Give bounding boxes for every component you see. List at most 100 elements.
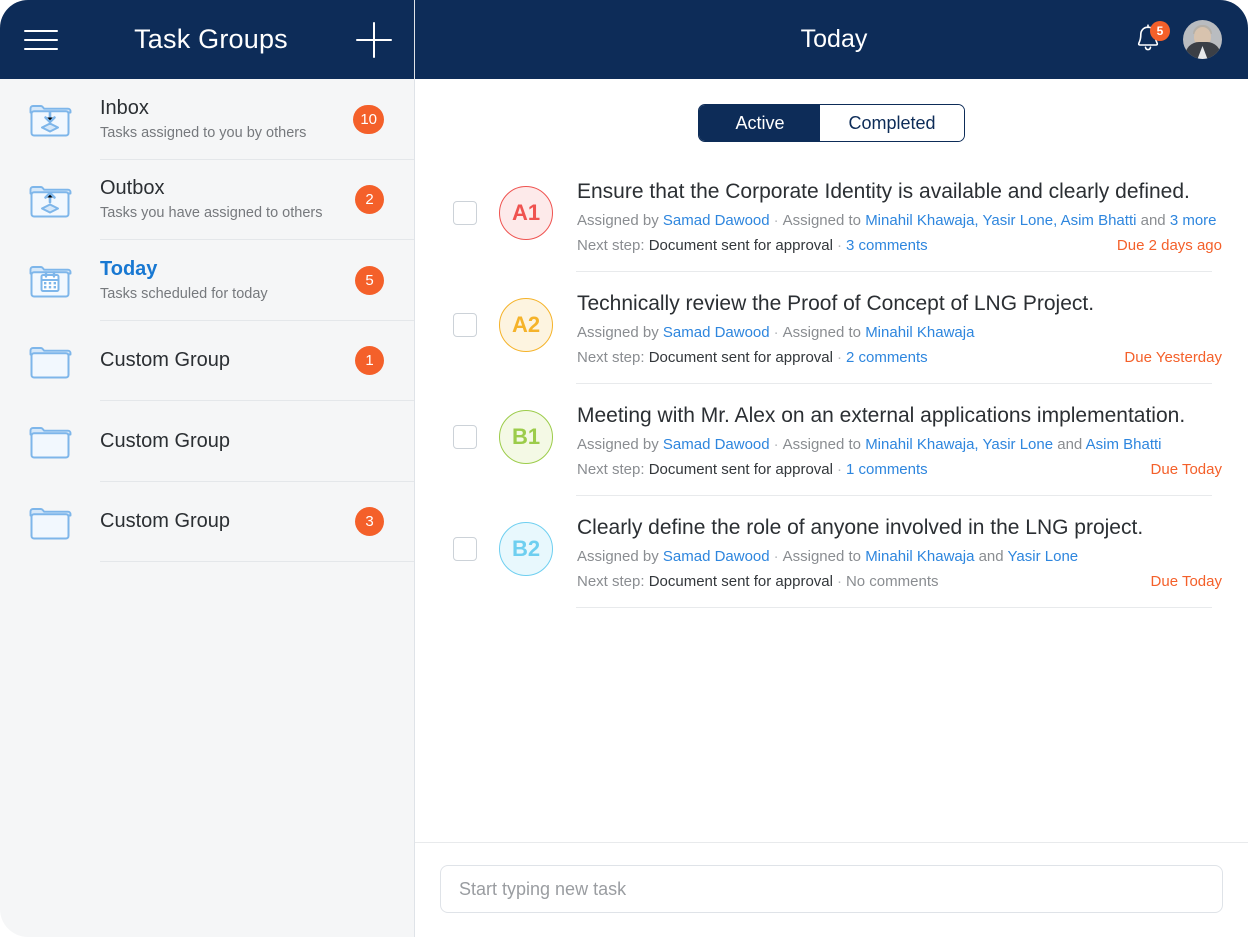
task-complete-checkbox[interactable] (453, 313, 477, 337)
sidebar-item-outbox[interactable]: Outbox Tasks you have assigned to others 2 (0, 160, 414, 241)
assigned-by-user[interactable]: Samad Dawood (663, 212, 770, 229)
bell-icon[interactable]: 5 (1133, 20, 1170, 57)
task-due-date: Due 2 days ago (1116, 237, 1222, 254)
meta-separator: · (773, 548, 779, 565)
folder-icon (22, 419, 78, 463)
task-footer: Next step: Document sent for approval · 2 … (577, 346, 1222, 369)
assigned-by-label: Assigned by (577, 212, 659, 229)
plus-icon[interactable] (356, 21, 392, 58)
task-comments-link: No comments (845, 573, 939, 590)
sidebar-item-text: Inbox Tasks assigned to you by others (100, 96, 353, 143)
folder-icon-glyph (29, 346, 72, 379)
sidebar-item-label: Custom Group (100, 429, 231, 452)
sidebar-item-custom-group-3[interactable]: Custom Group 1 (0, 321, 414, 402)
task-row[interactable]: B1 Meeting with Mr. Alex on an external a… (435, 384, 1222, 496)
task-row[interactable]: B2 Clearly define the role of anyone invo… (435, 496, 1222, 608)
task-comments-link[interactable]: 1 comments (846, 461, 928, 478)
task-comments-link[interactable]: 2 comments (846, 349, 928, 366)
assignee-list[interactable]: Minahil Khawaja, Yasir Lone (865, 436, 1053, 453)
assigned-to-label: Assigned to (782, 324, 862, 341)
and-more-link[interactable]: Asim Bhatti (1086, 436, 1162, 453)
task-complete-checkbox[interactable] (453, 201, 477, 225)
folder-outbox-icon (22, 178, 78, 222)
task-body: Meeting with Mr. Alex on an external app… (577, 398, 1222, 481)
assignee-list[interactable]: Minahil Khawaja (865, 324, 974, 341)
task-assignment-meta: Assigned by Samad Dawood · Assigned to Min… (577, 545, 1222, 568)
sidebar-item-text: Outbox Tasks you have assigned to others (100, 176, 355, 223)
folder-icon (22, 339, 78, 383)
new-task-composer (415, 842, 1248, 937)
sidebar-item-description: Tasks scheduled for today (100, 285, 268, 302)
sidebar-item-custom-group-5[interactable]: Custom Group 3 (0, 482, 414, 563)
sidebar-item-count-badge: 5 (355, 265, 384, 295)
next-step-label: Next step: (577, 573, 645, 590)
task-due-date: Due Today (1150, 573, 1222, 590)
sidebar: Task Groups Inbox Tasks assigned to you b… (0, 0, 415, 937)
task-row[interactable]: A1 Ensure that the Corporate Identity is … (435, 160, 1222, 272)
sidebar-item-custom-group-4[interactable]: Custom Group (0, 401, 414, 482)
next-step-value: Document sent for approval (648, 461, 833, 478)
sidebar-item-text: Custom Group (100, 509, 355, 534)
task-next-step: Next step: Document sent for approval · 3 … (577, 234, 1101, 257)
meta-separator: · (773, 436, 779, 453)
folder-icon-glyph (29, 427, 72, 459)
next-step-label: Next step: (577, 461, 645, 478)
main-panel: Today 5 Active Completed A1 Ensure that … (415, 0, 1248, 937)
task-title: Technically review the Proof of Concept … (577, 292, 1095, 315)
task-row[interactable]: A2 Technically review the Proof of Concep… (435, 272, 1222, 384)
folder-outbox-icon-glyph (29, 185, 72, 218)
next-step-value: Document sent for approval (648, 573, 833, 590)
sidebar-item-label: Custom Group (100, 349, 231, 372)
task-due-date: Due Yesterday (1124, 349, 1222, 366)
folder-inbox-icon (22, 97, 78, 141)
sidebar-item-count-badge: 2 (355, 185, 384, 215)
task-assignment-meta: Assigned by Samad Dawood · Assigned to Min… (577, 209, 1222, 232)
app-window: Task Groups Inbox Tasks assigned to you b… (0, 0, 1248, 937)
task-assignment-meta: Assigned by Samad Dawood · Assigned to Min… (577, 321, 1222, 344)
task-footer: Next step: Document sent for approval · 1 … (577, 458, 1222, 481)
filter-tabs-row: Active Completed (415, 79, 1248, 160)
assignee-list[interactable]: Minahil Khawaja, Yasir Lone, Asim Bhatti (865, 212, 1136, 229)
assignee-list[interactable]: Minahil Khawaja (865, 548, 974, 565)
sidebar-item-text: Custom Group (100, 429, 384, 454)
sidebar-item-description: Tasks assigned to you by others (100, 124, 307, 141)
sidebar-header: Task Groups (0, 0, 414, 79)
tab-active[interactable]: Active (699, 105, 821, 141)
and-more-prefix: and (978, 548, 1004, 565)
assigned-by-user[interactable]: Samad Dawood (663, 324, 770, 341)
next-step-value: Document sent for approval (648, 237, 833, 254)
task-comments-link[interactable]: 3 comments (846, 237, 928, 254)
folder-calendar-icon (22, 258, 78, 302)
and-more-link[interactable]: Yasir Lone (1008, 548, 1079, 565)
and-more-link[interactable]: 3 more (1170, 212, 1217, 229)
sidebar-item-text: Today Tasks scheduled for today (100, 257, 355, 304)
folder-icon (22, 500, 78, 544)
notification-count-badge: 5 (1150, 20, 1170, 41)
hamburger-menu-icon[interactable] (24, 27, 58, 53)
sidebar-item-inbox[interactable]: Inbox Tasks assigned to you by others 10 (0, 79, 414, 160)
sidebar-item-description: Tasks you have assigned to others (100, 205, 323, 222)
meta-separator: · (773, 324, 779, 341)
assigned-to-label: Assigned to (782, 212, 862, 229)
task-body: Technically review the Proof of Concept … (577, 286, 1222, 369)
sidebar-item-today[interactable]: Today Tasks scheduled for today 5 (0, 240, 414, 321)
assigned-by-user[interactable]: Samad Dawood (663, 436, 770, 453)
task-complete-checkbox[interactable] (453, 537, 477, 561)
task-list: A1 Ensure that the Corporate Identity is … (415, 160, 1248, 842)
task-title: Clearly define the role of anyone involv… (577, 516, 1144, 539)
next-step-label: Next step: (577, 349, 645, 366)
new-task-input[interactable] (440, 865, 1223, 913)
header-actions: 5 (1133, 20, 1222, 59)
sidebar-item-label: Inbox (100, 96, 149, 119)
sidebar-item-label: Custom Group (100, 510, 231, 533)
user-avatar-icon[interactable] (1183, 20, 1222, 59)
task-priority-badge: A2 (499, 298, 553, 352)
assigned-by-user[interactable]: Samad Dawood (663, 548, 770, 565)
tab-completed[interactable]: Completed (820, 105, 964, 141)
page-title: Today (800, 25, 868, 53)
task-footer: Next step: Document sent for approval · 3 … (577, 234, 1222, 257)
assigned-to-label: Assigned to (782, 436, 862, 453)
meta-separator: · (836, 573, 842, 590)
sidebar-item-text: Custom Group (100, 348, 355, 373)
task-complete-checkbox[interactable] (453, 425, 477, 449)
